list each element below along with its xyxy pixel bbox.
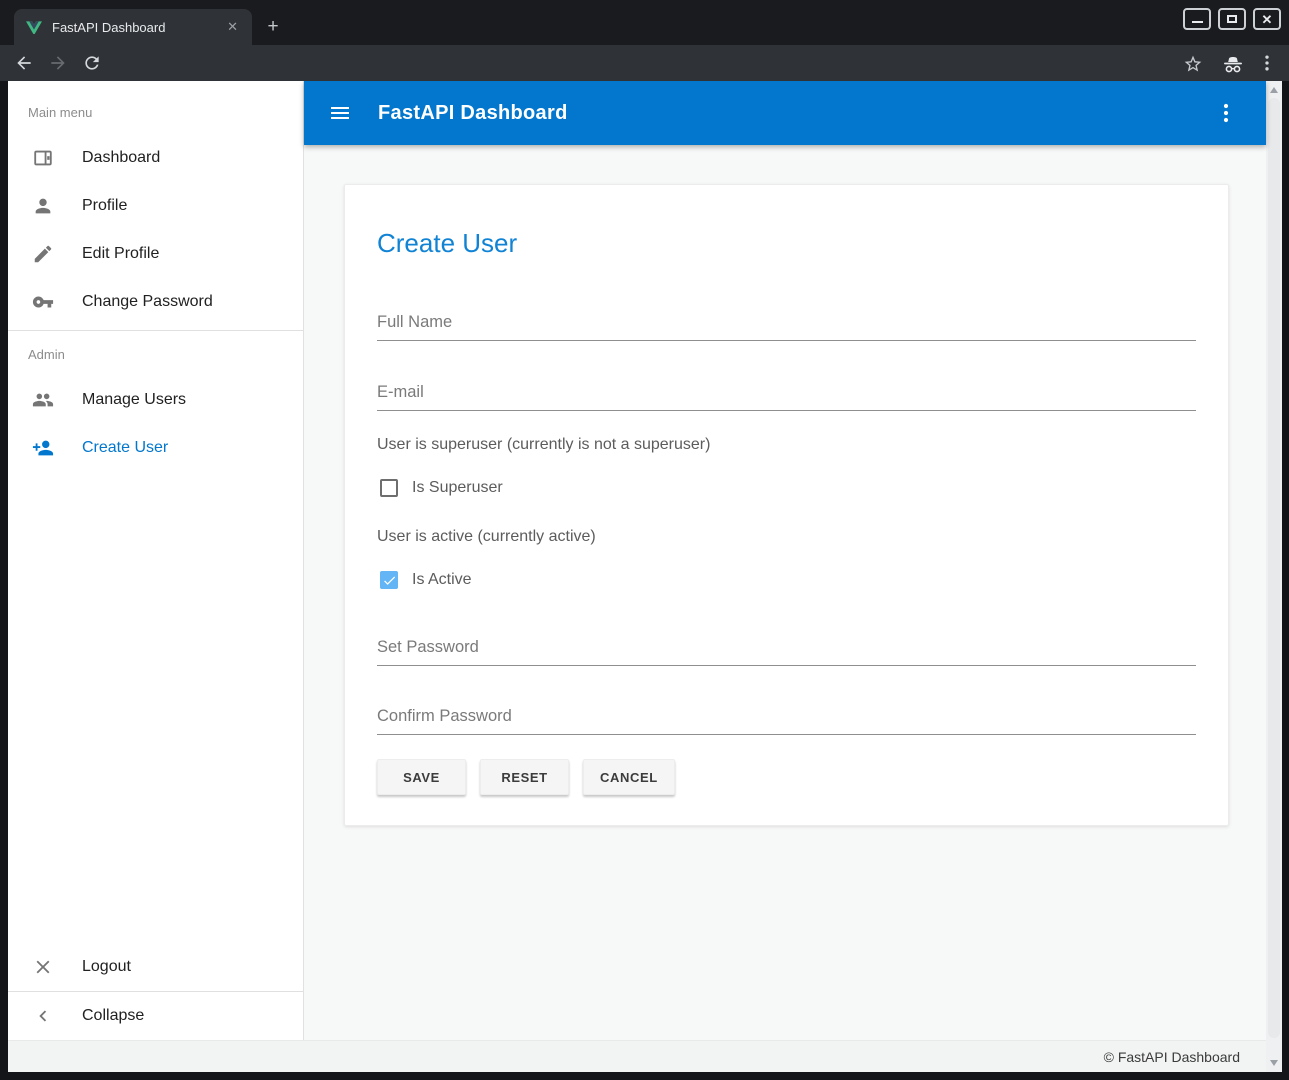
close-icon: ✕ [1262, 13, 1273, 26]
set-password-field[interactable] [377, 638, 1196, 666]
sidebar-item-profile[interactable]: Profile [8, 182, 303, 230]
sidebar-item-collapse[interactable]: Collapse [8, 992, 303, 1040]
page-viewport: Main menu Dashboard Profile E [8, 81, 1282, 1072]
vue-logo-icon [26, 20, 42, 34]
minimize-button[interactable] [1183, 8, 1211, 30]
tab-close-icon[interactable]: ✕ [223, 17, 242, 37]
people-icon [32, 389, 54, 411]
key-icon [32, 291, 54, 313]
incognito-icon [1221, 53, 1245, 77]
tab-strip: FastAPI Dashboard ✕ + ✕ [0, 0, 1289, 45]
maximize-icon [1227, 15, 1237, 23]
checkbox-checked-icon[interactable] [380, 571, 398, 589]
scroll-up-arrow-icon[interactable] [1270, 87, 1278, 93]
browser-window: FastAPI Dashboard ✕ + ✕ localhost/main/a… [0, 0, 1289, 1080]
app-bar-title: FastAPI Dashboard [378, 102, 568, 125]
dashboard-icon [32, 147, 54, 169]
vertical-scrollbar[interactable] [1266, 81, 1282, 1072]
scroll-down-arrow-icon[interactable] [1270, 1060, 1278, 1066]
hamburger-menu-icon[interactable] [328, 101, 352, 125]
close-window-button[interactable]: ✕ [1253, 8, 1281, 30]
app-bar-kebab-icon[interactable] [1214, 101, 1238, 125]
sidebar-divider [8, 330, 303, 331]
app-bar: FastAPI Dashboard [304, 81, 1266, 145]
pencil-icon [32, 243, 54, 265]
cancel-button[interactable]: CANCEL [583, 759, 675, 795]
forward-icon[interactable] [48, 53, 68, 73]
browser-menu-kebab-icon[interactable] [1257, 53, 1277, 73]
bookmark-star-icon[interactable] [1183, 54, 1203, 74]
browser-tab[interactable]: FastAPI Dashboard ✕ [14, 9, 252, 45]
new-tab-button[interactable]: + [262, 16, 284, 38]
chevron-left-icon [32, 1005, 54, 1027]
superuser-hint: User is superuser (currently is not a su… [377, 436, 1196, 454]
page-title: Create User [377, 227, 1196, 259]
maximize-button[interactable] [1218, 8, 1246, 30]
person-icon [32, 195, 54, 217]
check-mark-icon [382, 573, 397, 588]
sidebar-item-change-password[interactable]: Change Password [8, 278, 303, 326]
sidebar-bottom: Logout Collapse [8, 943, 303, 1040]
copyright-text: © FastAPI Dashboard [1104, 1049, 1240, 1065]
reload-icon[interactable] [82, 53, 102, 73]
minimize-icon [1192, 21, 1203, 23]
is-superuser-label: Is Superuser [412, 479, 503, 497]
back-icon[interactable] [14, 53, 34, 73]
page-footer: © FastAPI Dashboard [8, 1040, 1266, 1072]
sidebar-item-manage-users[interactable]: Manage Users [8, 376, 303, 424]
tab-title: FastAPI Dashboard [52, 20, 223, 35]
sidebar-item-dashboard[interactable]: Dashboard [8, 134, 303, 182]
sidebar-header-admin: Admin [28, 347, 303, 362]
save-button[interactable]: SAVE [377, 759, 466, 795]
sidebar-item-logout[interactable]: Logout [8, 943, 303, 991]
full-name-field[interactable] [377, 313, 1196, 341]
is-active-checkbox[interactable]: Is Active [377, 568, 1196, 592]
reset-button[interactable]: RESET [480, 759, 569, 795]
sidebar: Main menu Dashboard Profile E [8, 81, 304, 1040]
person-add-icon [32, 437, 54, 459]
sidebar-item-edit-profile[interactable]: Edit Profile [8, 230, 303, 278]
email-field[interactable] [377, 383, 1196, 411]
window-controls: ✕ [1183, 8, 1281, 30]
scrollbar-thumb[interactable] [1268, 98, 1280, 1038]
form-buttons: SAVE RESET CANCEL [377, 759, 1196, 795]
create-user-card: Create User User is superuser (currently… [344, 184, 1229, 826]
active-hint: User is active (currently active) [377, 528, 1196, 546]
sidebar-item-create-user[interactable]: Create User [8, 424, 303, 472]
sidebar-header-main-menu: Main menu [28, 105, 303, 120]
checkbox-unchecked-icon[interactable] [380, 479, 398, 497]
is-superuser-checkbox[interactable]: Is Superuser [377, 476, 1196, 500]
browser-toolbar: localhost/main/admin/users/create [0, 45, 1289, 81]
confirm-password-field[interactable] [377, 707, 1196, 735]
logout-x-icon [32, 956, 54, 978]
is-active-label: Is Active [412, 571, 472, 589]
